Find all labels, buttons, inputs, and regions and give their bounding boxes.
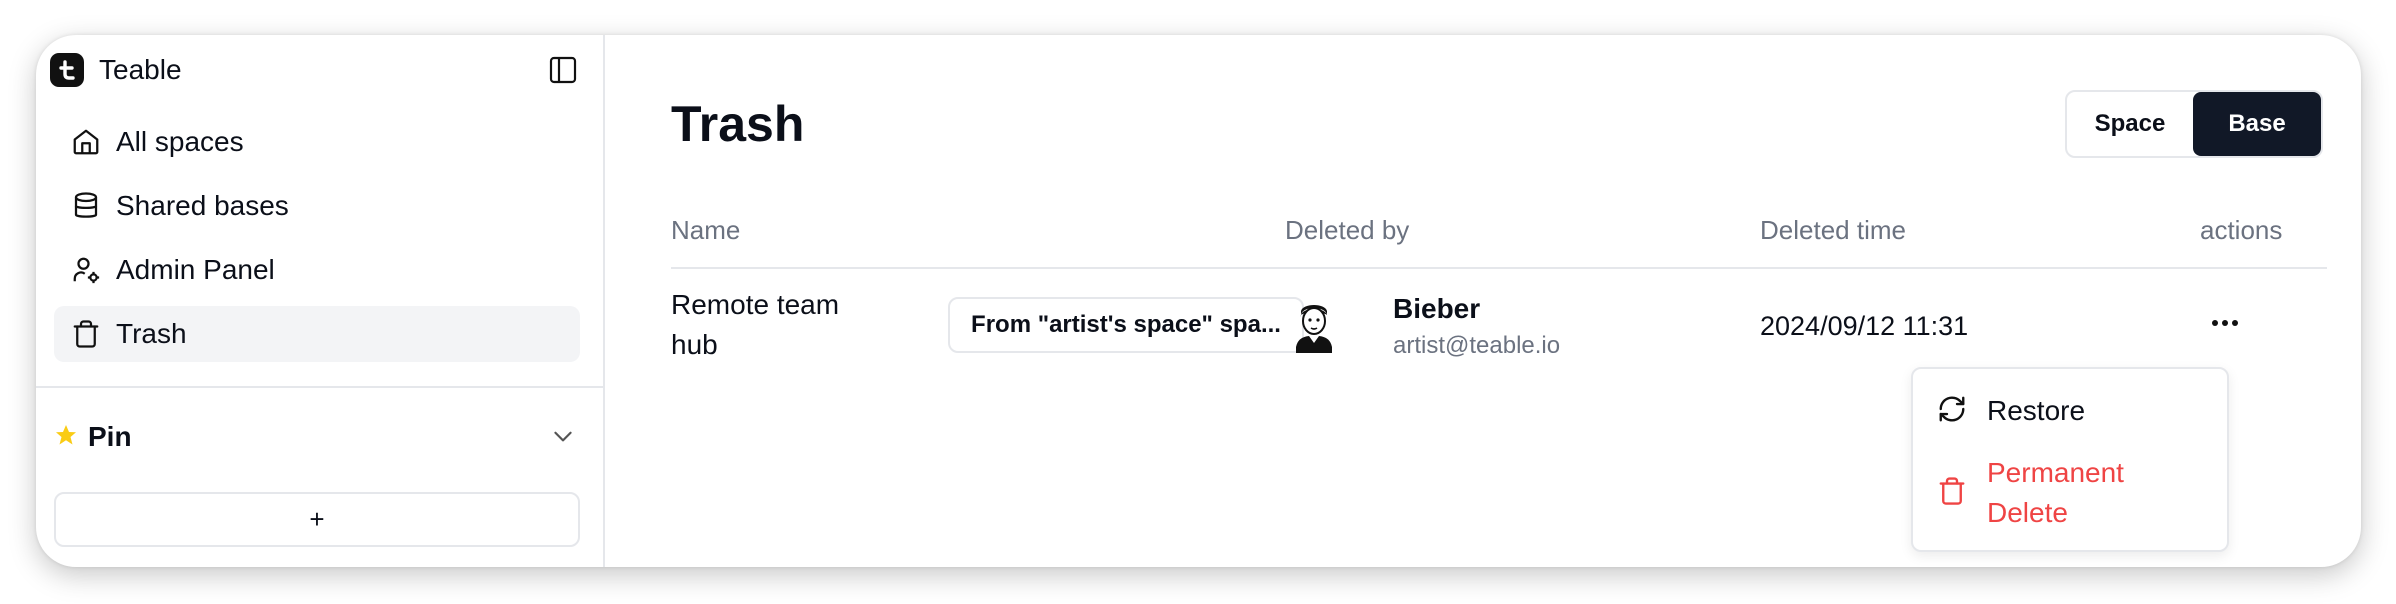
sidebar-item-shared-bases[interactable]: Shared bases [54,178,580,234]
deleted-by-email: artist@teable.io [1393,332,1561,359]
column-header-name: Name [671,215,741,245]
table-header-divider [671,267,2327,269]
permanent-delete-menu-item[interactable]: Permanent Delete [1937,453,2147,533]
sidebar-item-label: Shared bases [116,190,289,221]
more-horizontal-icon [2212,320,2238,326]
sidebar-item-label: Trash [116,318,187,349]
sidebar-nav: All spaces Shared bases Admin Panel Tras… [54,114,580,370]
menu-item-label: Restore [1987,395,2086,426]
add-pin-button[interactable]: + [54,492,580,547]
brand[interactable]: Teable [50,53,182,87]
refresh-icon [1937,394,1967,429]
deleted-by-name: Bieber [1393,293,1481,324]
sidebar-item-admin-panel[interactable]: Admin Panel [54,242,580,298]
trash-icon [1937,476,1967,511]
sidebar-item-trash[interactable]: Trash [54,306,580,362]
more-actions-button[interactable] [2205,303,2245,343]
column-header-deleted-time: Deleted time [1760,215,1906,245]
user-cog-icon [70,254,102,286]
pin-label: Pin [88,421,132,452]
pin-section-toggle[interactable]: Pin [54,415,580,459]
database-icon [70,190,102,222]
trash-icon [70,318,102,350]
main-content: Trash Space Base Name Deleted by Deleted… [605,35,2361,567]
teable-logo-icon [50,53,84,87]
space-toggle-button[interactable]: Space [2067,92,2193,156]
sidebar-item-all-spaces[interactable]: All spaces [54,114,580,170]
deleted-time: 2024/09/12 11:31 [1760,311,1969,341]
origin-badge[interactable]: From "artist's space" spa... [948,297,1304,353]
actions-dropdown-menu: Restore Permanent Delete [1911,367,2229,552]
column-header-actions: actions [2200,215,2283,245]
chevron-down-icon [550,423,576,454]
star-icon [54,423,78,452]
app-window: Teable All spaces Shared bases Admin Pan… [36,35,2361,567]
sidebar-item-label: Admin Panel [116,254,275,285]
app-name: Teable [99,54,182,85]
item-name: Remote team hub [671,289,840,360]
trash-scope-toggle: Space Base [2065,90,2323,158]
avatar [1292,297,1336,353]
home-icon [70,126,102,158]
base-toggle-button[interactable]: Base [2193,92,2321,156]
restore-menu-item[interactable]: Restore [1937,389,2085,433]
menu-item-label: Permanent Delete [1987,457,2124,528]
page-title: Trash [671,96,805,152]
sidebar-item-label: All spaces [116,126,244,157]
column-header-deleted-by: Deleted by [1285,215,1410,245]
sidebar: Teable All spaces Shared bases Admin Pan… [36,35,605,567]
sidebar-toggle-icon[interactable] [548,55,578,85]
sidebar-divider [36,386,603,388]
